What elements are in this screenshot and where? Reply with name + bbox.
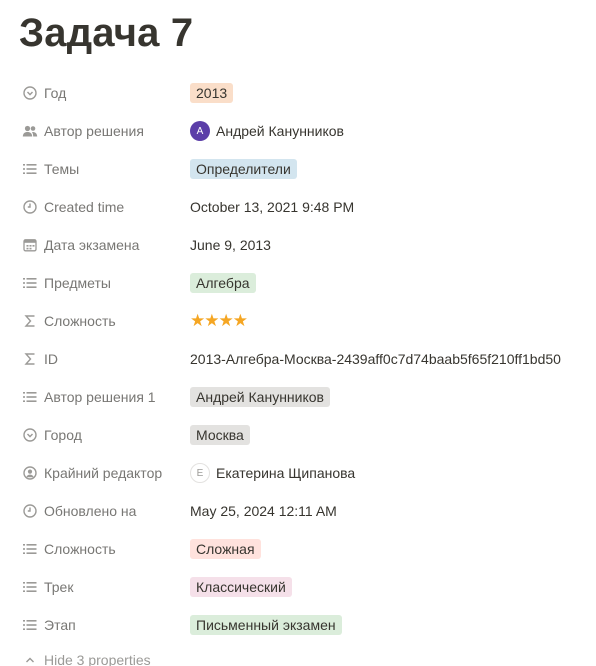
select-icon — [22, 427, 38, 443]
property-value: Е Екатерина Щипанова — [190, 454, 355, 492]
property-row-last-editor[interactable]: Крайний редактор Е Екатерина Щипанова — [0, 454, 596, 492]
property-label: Created time — [44, 199, 125, 215]
property-row-solution-author-1[interactable]: Автор решения 1 Андрей Канунников — [0, 378, 596, 416]
property-label: Крайний редактор — [44, 465, 163, 481]
property-value: October 13, 2021 9:48 PM — [190, 188, 354, 226]
property-value: ★★★★ — [190, 302, 248, 340]
property-value[interactable]: 2013 — [190, 74, 234, 112]
property-name[interactable]: ID — [22, 340, 182, 378]
list-icon — [22, 389, 38, 405]
hide-properties-button[interactable]: Hide 3 properties — [22, 652, 151, 666]
property-value[interactable]: Андрей Канунников — [190, 378, 330, 416]
property-row-track[interactable]: Трек Классический — [0, 568, 596, 606]
property-row-year[interactable]: Год 2013 — [0, 74, 596, 112]
select-icon — [22, 85, 38, 101]
property-label: Автор решения — [44, 123, 144, 139]
clock-icon — [22, 199, 38, 215]
property-name[interactable]: Сложность — [22, 302, 182, 340]
year-tag: 2013 — [190, 83, 234, 103]
property-value[interactable]: Письменный экзамен — [190, 606, 342, 644]
property-row-created-time[interactable]: Created time October 13, 2021 9:48 PM — [0, 188, 596, 226]
property-name[interactable]: Обновлено на — [22, 492, 182, 530]
property-row-difficulty[interactable]: Сложность Сложная — [0, 530, 596, 568]
city-tag: Москва — [190, 425, 250, 445]
avatar: А — [190, 121, 210, 141]
property-name[interactable]: Автор решения 1 — [22, 378, 182, 416]
property-value[interactable]: Сложная — [190, 530, 261, 568]
person-name: Екатерина Щипанова — [216, 465, 356, 481]
difficulty-tag: Сложная — [190, 539, 261, 559]
property-value[interactable]: Классический — [190, 568, 292, 606]
property-row-exam-date[interactable]: Дата экзамена June 9, 2013 — [0, 226, 596, 264]
property-label: Сложность — [44, 541, 116, 557]
property-label: Предметы — [44, 275, 111, 291]
difficulty-stars: ★★★★ — [190, 311, 248, 330]
property-label: ID — [44, 351, 58, 367]
avatar: Е — [190, 463, 210, 483]
property-name[interactable]: Крайний редактор — [22, 454, 182, 492]
property-value: 2013-Алгебра-Москва-2439aff0c7d74baab5f6… — [190, 340, 561, 378]
exam-date-value: June 9, 2013 — [190, 237, 271, 253]
property-label: Этап — [44, 617, 76, 633]
property-label: Город — [44, 427, 82, 443]
id-value: 2013-Алгебра-Москва-2439aff0c7d74baab5f6… — [190, 351, 561, 367]
property-row-city[interactable]: Город Москва — [0, 416, 596, 454]
property-name[interactable]: Темы — [22, 150, 182, 188]
property-value[interactable]: Алгебра — [190, 264, 256, 302]
people-icon — [22, 123, 38, 139]
topic-tag: Определители — [190, 159, 297, 179]
property-row-solution-author[interactable]: Автор решения А Андрей Канунников — [0, 112, 596, 150]
person-chip: Е Екатерина Щипанова — [190, 463, 355, 483]
property-label: Год — [44, 85, 67, 101]
property-value[interactable]: Определители — [190, 150, 297, 188]
property-row-id[interactable]: ID 2013-Алгебра-Москва-2439aff0c7d74baab… — [0, 340, 596, 378]
author-tag: Андрей Канунников — [190, 387, 330, 407]
sigma-icon — [22, 313, 38, 329]
property-name[interactable]: Этап — [22, 606, 182, 644]
list-icon — [22, 579, 38, 595]
property-label: Дата экзамена — [44, 237, 140, 253]
property-row-topics[interactable]: Темы Определители — [0, 150, 596, 188]
property-name[interactable]: Created time — [22, 188, 182, 226]
list-icon — [22, 617, 38, 633]
hide-properties-label: Hide 3 properties — [44, 652, 151, 666]
properties-list: Год 2013 Автор решения А Андрей Канунник… — [0, 74, 596, 644]
person-chip[interactable]: А Андрей Канунников — [190, 121, 344, 141]
calendar-icon — [22, 237, 38, 253]
property-value[interactable]: Москва — [190, 416, 250, 454]
person-name: Андрей Канунников — [216, 123, 344, 139]
property-name[interactable]: Предметы — [22, 264, 182, 302]
property-name[interactable]: Автор решения — [22, 112, 182, 150]
property-label: Обновлено на — [44, 503, 137, 519]
property-row-subjects[interactable]: Предметы Алгебра — [0, 264, 596, 302]
clock-icon — [22, 503, 38, 519]
page-title[interactable]: Задача 7 — [19, 9, 193, 57]
property-name[interactable]: Год — [22, 74, 182, 112]
property-name[interactable]: Город — [22, 416, 182, 454]
stage-tag: Письменный экзамен — [190, 615, 342, 635]
property-row-stage[interactable]: Этап Письменный экзамен — [0, 606, 596, 644]
property-label: Темы — [44, 161, 80, 177]
sigma-icon — [22, 351, 38, 367]
property-name[interactable]: Трек — [22, 568, 182, 606]
created-time-value: October 13, 2021 9:48 PM — [190, 199, 355, 215]
property-row-difficulty-rating[interactable]: Сложность ★★★★ — [0, 302, 596, 340]
property-value[interactable]: June 9, 2013 — [190, 226, 271, 264]
list-icon — [22, 275, 38, 291]
property-row-updated-at[interactable]: Обновлено на May 25, 2024 12:11 AM — [0, 492, 596, 530]
track-tag: Классический — [190, 577, 292, 597]
property-label: Сложность — [44, 313, 116, 329]
subject-tag: Алгебра — [190, 273, 256, 293]
property-label: Автор решения 1 — [44, 389, 156, 405]
chevron-up-icon — [22, 652, 38, 666]
property-value[interactable]: А Андрей Канунников — [190, 112, 344, 150]
property-name[interactable]: Дата экзамена — [22, 226, 182, 264]
updated-at-value: May 25, 2024 12:11 AM — [190, 503, 337, 519]
property-value: May 25, 2024 12:11 AM — [190, 492, 337, 530]
list-icon — [22, 541, 38, 557]
property-name[interactable]: Сложность — [22, 530, 182, 568]
property-label: Трек — [44, 579, 74, 595]
person-circle-icon — [22, 465, 38, 481]
list-icon — [22, 161, 38, 177]
